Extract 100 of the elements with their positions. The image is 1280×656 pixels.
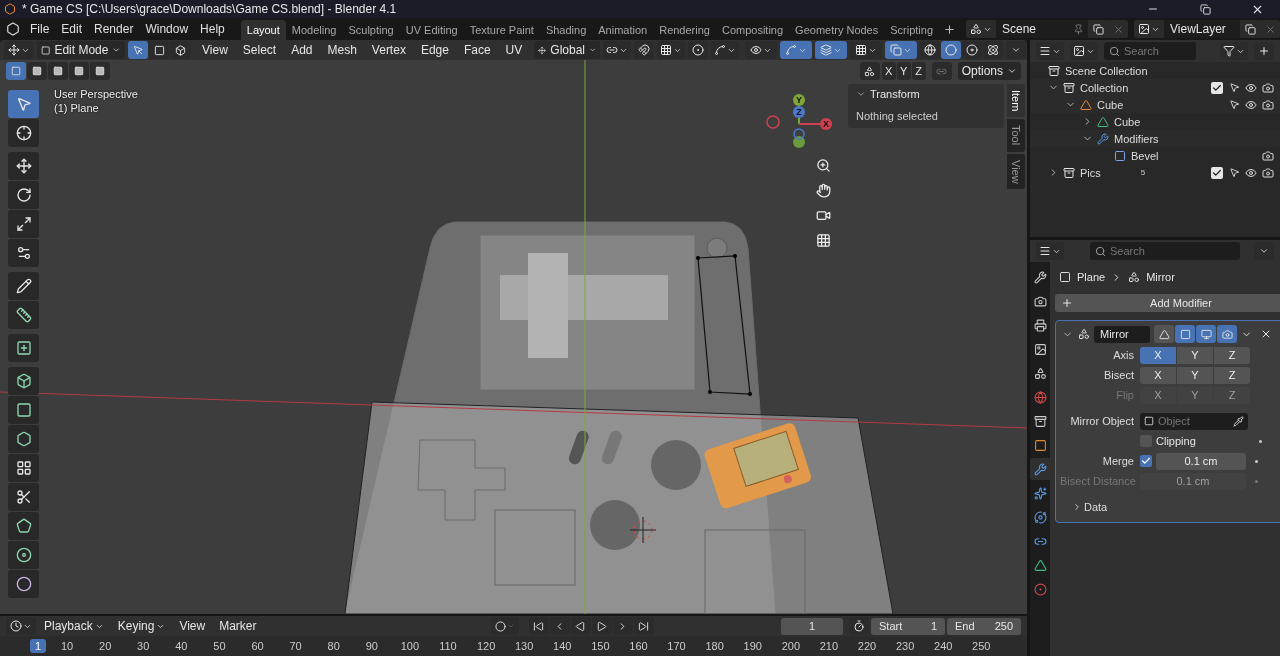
options-dropdown[interactable]: Options [957, 62, 1021, 80]
breadcrumb-item: Plane [1077, 271, 1106, 283]
frame-number: 240 [933, 639, 954, 653]
value-field[interactable]: 0.1 cm [1156, 452, 1246, 470]
search-field[interactable]: Search [1090, 242, 1240, 260]
start-frame-field[interactable]: Start 1 [871, 617, 945, 635]
viewport-menu[interactable]: Vertex [365, 41, 412, 59]
frame-number: 220 [856, 639, 878, 653]
orientation-dropdown[interactable]: Global [534, 41, 601, 59]
gizmo-y-label: Y [796, 95, 802, 105]
field-label: Merge [1101, 455, 1135, 467]
workspace-tab[interactable]: Shading [539, 20, 593, 40]
mirror-axis-button[interactable]: X [881, 62, 896, 80]
workspace-tab[interactable]: Sculpting [342, 20, 400, 40]
frame-number: 60 [250, 639, 265, 653]
outliner-item[interactable]: Cube [1097, 98, 1124, 111]
axis-toggle[interactable]: Y [1177, 346, 1213, 364]
frame-number: 200 [780, 639, 801, 653]
frame-number: 100 [399, 639, 421, 653]
axis-toggle[interactable]: X [1140, 366, 1176, 384]
timeline-menu[interactable]: Marker [213, 617, 263, 635]
frame-number: 70 [288, 639, 303, 653]
viewport-menu[interactable]: Face [457, 41, 497, 59]
frame-number: 110 [438, 639, 458, 653]
gizmo-z-label: Z [796, 107, 802, 117]
outliner-item[interactable]: Pics [1080, 166, 1101, 179]
current-frame-field[interactable]: 1 [781, 617, 843, 635]
mirror-axis-button[interactable]: Z [911, 62, 926, 80]
view-layer-name-field[interactable]: ViewLayer [1164, 20, 1240, 38]
viewport-menu[interactable]: Mesh [321, 41, 363, 59]
viewport-info-text: (1) Plane [54, 102, 100, 114]
frame-number: 210 [818, 639, 840, 653]
sidebar-tab[interactable]: View [1007, 153, 1025, 190]
timeline-menu[interactable]: View [173, 617, 212, 635]
outliner-item[interactable]: Collection [1080, 81, 1129, 94]
end-frame-field[interactable]: End 250 [947, 617, 1021, 635]
workspace-tab[interactable]: Texture Paint [463, 20, 540, 40]
menu-item[interactable]: File [24, 19, 56, 39]
workspace-tab[interactable]: Modeling [285, 20, 343, 40]
mode-dropdown[interactable]: Edit Mode [37, 41, 125, 59]
scene-name-field[interactable]: Scene [996, 20, 1088, 38]
axis-toggle[interactable]: X [1140, 346, 1176, 364]
gizmo-x-label: X [823, 119, 829, 129]
child-count: 5 [1140, 168, 1146, 177]
workspace-tab[interactable]: Layout [240, 20, 286, 40]
menu-item[interactable]: Render [88, 19, 140, 39]
viewport-menu[interactable]: Select [236, 41, 283, 59]
sidebar-tab[interactable]: Tool [1007, 119, 1025, 152]
data-subpanel-header[interactable]: Data [1060, 498, 1280, 516]
axis-toggle[interactable]: Z [1214, 346, 1250, 364]
empty-message: Nothing selected [856, 110, 938, 122]
workspace-tab[interactable]: Geometry Nodes [789, 20, 885, 40]
viewport-menu[interactable]: UV [499, 41, 529, 59]
object-field[interactable]: Object [1140, 412, 1248, 430]
workspace-tab[interactable]: Animation [592, 20, 654, 40]
viewport-info-text: User Perspective [54, 88, 138, 100]
frame-number: 30 [136, 639, 151, 653]
timeline-menu[interactable]: Playback [38, 617, 110, 635]
viewport-menu[interactable]: Edge [414, 41, 455, 59]
frame-number: 50 [212, 639, 227, 653]
mirror-axis-button[interactable]: Y [896, 62, 911, 80]
frame-number: 230 [894, 639, 916, 653]
frame-number: 80 [326, 639, 341, 653]
add-modifier-button[interactable]: Add Modifier [1055, 294, 1280, 312]
workspace-tab[interactable]: Compositing [715, 20, 790, 40]
menu-item[interactable]: Help [194, 19, 231, 39]
field-label: Bisect [1103, 369, 1135, 381]
search-field[interactable]: Search [1104, 42, 1196, 60]
frame-number: 170 [666, 639, 687, 653]
axis-toggle[interactable]: Y [1177, 366, 1213, 384]
menu-item[interactable]: Window [139, 19, 195, 39]
frame-number: 20 [98, 639, 113, 653]
breadcrumb-item: Mirror [1146, 271, 1175, 283]
modifier-name-field[interactable]: Mirror [1094, 325, 1150, 343]
panel-title: Transform [870, 88, 920, 100]
field-label: Axis [1112, 349, 1135, 361]
sidebar-tab[interactable]: Item [1007, 84, 1025, 118]
outliner-item[interactable]: Scene Collection [1065, 64, 1148, 77]
viewport-menu[interactable]: Add [285, 41, 319, 59]
frame-number: 140 [552, 639, 573, 653]
frame-number: 40 [174, 639, 189, 653]
frame-number: 150 [590, 639, 611, 653]
frame-number: 250 [971, 639, 992, 653]
frame-number: 120 [475, 639, 497, 653]
menu-item[interactable]: Edit [55, 19, 89, 39]
frame-number: 10 [59, 639, 75, 653]
outliner-item[interactable]: Modifiers [1114, 132, 1159, 145]
checkbox-label: Clipping [1156, 435, 1197, 447]
outliner-item[interactable]: Cube [1114, 115, 1141, 128]
navigation-gizmo[interactable]: Y Z X [764, 92, 834, 156]
workspace-tab[interactable]: Scripting [884, 20, 940, 40]
outliner-item[interactable]: Bevel [1131, 149, 1159, 162]
timeline-menu[interactable]: Keying [111, 617, 172, 635]
workspace-tab[interactable]: Rendering [653, 20, 716, 40]
workspace-tab[interactable]: UV Editing [399, 20, 464, 40]
window-title: * Game CS [C:\Users\grace\Downloads\Game CS.blend] - Blender 4.1 [22, 2, 398, 16]
frame-number: 180 [704, 639, 725, 653]
viewport-menu[interactable]: View [196, 41, 234, 59]
axis-toggle[interactable]: Z [1214, 366, 1250, 384]
field-label: Flip [1115, 389, 1135, 401]
